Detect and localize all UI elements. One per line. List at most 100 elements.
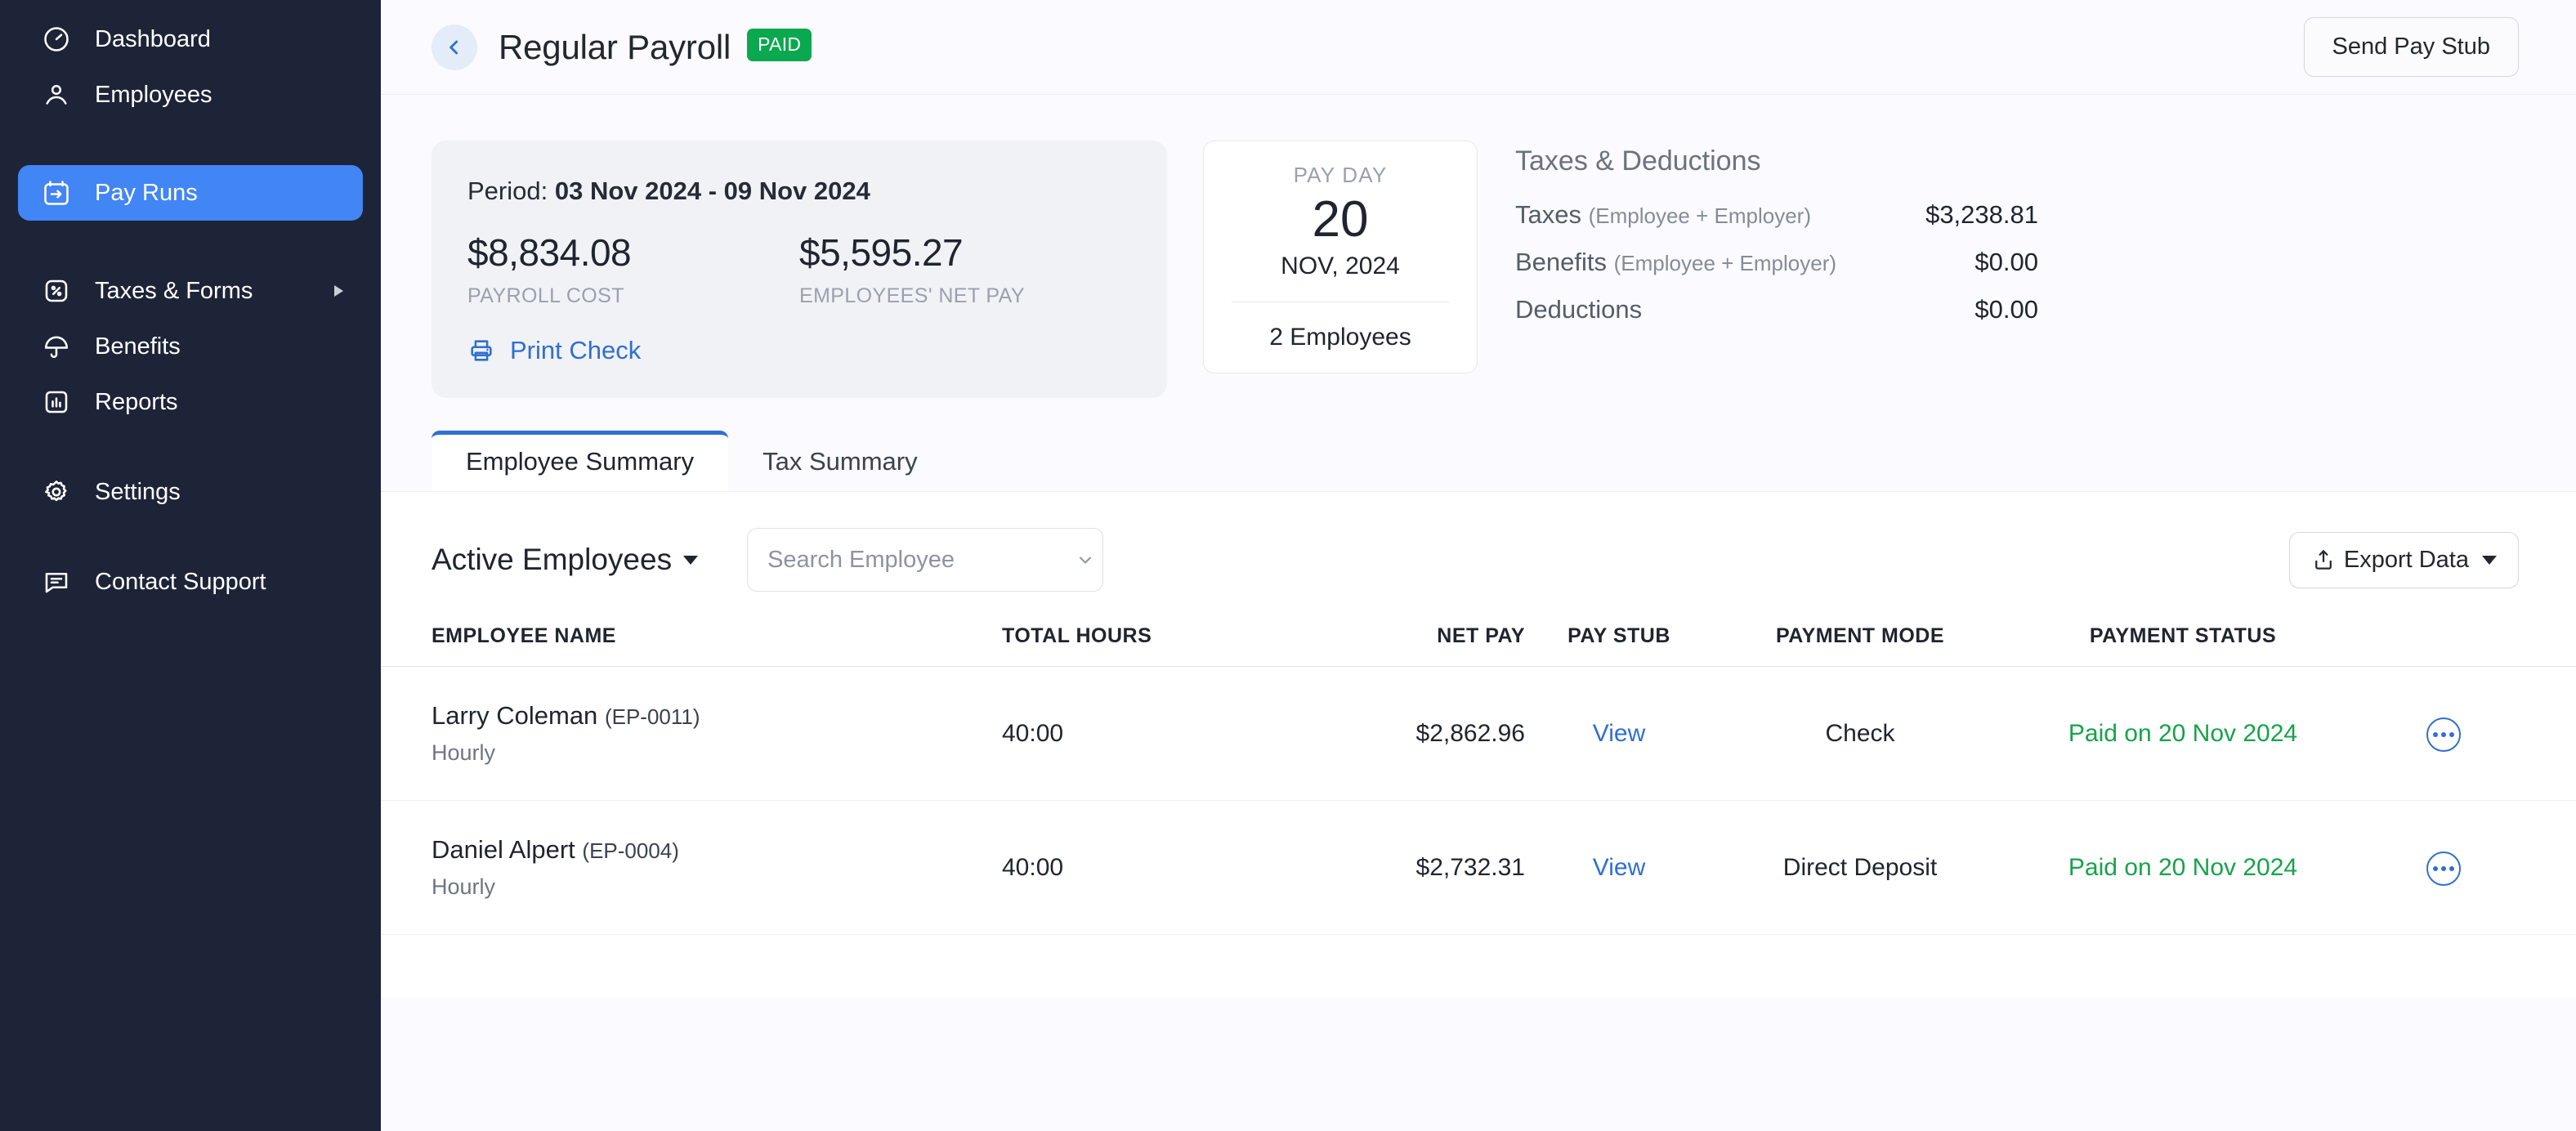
column-header-pay-stub: PAY STUB xyxy=(1525,624,1713,667)
cell-net-pay: $2,732.31 xyxy=(1280,801,1525,935)
payday-card: PAY DAY 20 NOV, 2024 2 Employees xyxy=(1203,141,1478,373)
sidebar-item-label: Taxes & Forms xyxy=(95,278,253,305)
tax-row-value: $3,238.81 xyxy=(1925,200,2038,230)
gauge-icon xyxy=(39,22,74,56)
tax-row-label: Benefits (Employee + Employer) xyxy=(1515,248,1836,277)
payroll-cost-label: PAYROLL COST xyxy=(467,284,799,308)
filter-row: Active Employees Export Data xyxy=(381,492,2576,624)
table-header-row: EMPLOYEE NAME TOTAL HOURS NET PAY PAY ST… xyxy=(381,624,2576,667)
tax-row-value: $0.00 xyxy=(1974,248,2038,277)
sidebar-item-employees[interactable]: Employees xyxy=(18,67,363,123)
table-body: Larry Coleman (EP-0011) Hourly 40:00 $2,… xyxy=(381,667,2576,935)
view-pay-stub-link[interactable]: View xyxy=(1593,854,1645,881)
employee-summary-table: EMPLOYEE NAME TOTAL HOURS NET PAY PAY ST… xyxy=(381,624,2576,935)
taxes-deductions-title: Taxes & Deductions xyxy=(1515,145,2038,177)
sidebar-item-settings[interactable]: Settings xyxy=(18,464,363,520)
sidebar-divider-1 xyxy=(18,123,363,165)
payday-month-year: NOV, 2024 xyxy=(1204,253,1477,280)
payday-label: PAY DAY xyxy=(1204,163,1477,188)
cell-actions xyxy=(2359,801,2576,935)
payment-status-text: Paid on 20 Nov 2024 xyxy=(2068,720,2297,747)
cell-payment-mode: Check xyxy=(1713,667,2007,801)
tax-row-name: Taxes xyxy=(1515,200,1581,229)
sidebar-item-label: Employees xyxy=(95,82,212,109)
chevron-right-icon xyxy=(334,285,343,297)
bar-chart-icon xyxy=(39,385,74,419)
cell-total-hours: 40:00 xyxy=(1002,667,1280,801)
tax-row-name: Benefits xyxy=(1515,248,1607,276)
search-employee-box[interactable] xyxy=(747,528,1103,592)
export-data-label: Export Data xyxy=(2344,547,2469,574)
sidebar-item-label: Settings xyxy=(95,479,181,506)
summary-section: Period: 03 Nov 2024 - 09 Nov 2024 $8,834… xyxy=(381,95,2576,398)
employee-name-text: Daniel Alpert xyxy=(432,835,575,864)
tax-row-label: Taxes (Employee + Employer) xyxy=(1515,200,1811,230)
employee-name: Daniel Alpert (EP-0004) xyxy=(432,835,1002,865)
more-options-icon[interactable] xyxy=(2426,717,2461,752)
percent-box-icon xyxy=(39,274,74,308)
employee-name: Larry Coleman (EP-0011) xyxy=(432,701,1002,731)
employee-id: (EP-0011) xyxy=(605,704,700,729)
chevron-down-icon xyxy=(1076,550,1095,570)
period-card: Period: 03 Nov 2024 - 09 Nov 2024 $8,834… xyxy=(432,141,1167,398)
cell-net-pay: $2,862.96 xyxy=(1280,667,1525,801)
sidebar: Dashboard Employees Pay Runs xyxy=(0,0,381,1131)
payday-day: 20 xyxy=(1204,193,1477,246)
search-input[interactable] xyxy=(767,547,1076,574)
export-data-button[interactable]: Export Data xyxy=(2289,532,2519,588)
sidebar-item-label: Reports xyxy=(95,389,178,416)
tax-row-taxes: Taxes (Employee + Employer) $3,238.81 xyxy=(1515,200,2038,230)
sidebar-divider-4 xyxy=(18,520,363,554)
print-check-button[interactable]: Print Check xyxy=(467,336,1131,365)
send-pay-stub-button[interactable]: Send Pay Stub xyxy=(2304,17,2519,77)
table-head: EMPLOYEE NAME TOTAL HOURS NET PAY PAY ST… xyxy=(381,624,2576,667)
tab-bar: Employee Summary Tax Summary xyxy=(381,431,2576,491)
tab-employee-summary[interactable]: Employee Summary xyxy=(432,431,728,491)
tax-row-value: $0.00 xyxy=(1974,295,2038,324)
back-button[interactable] xyxy=(432,25,477,70)
sidebar-item-dashboard[interactable]: Dashboard xyxy=(18,11,363,67)
umbrella-icon xyxy=(39,329,74,364)
tab-tax-summary[interactable]: Tax Summary xyxy=(728,431,951,491)
tax-row-benefits: Benefits (Employee + Employer) $0.00 xyxy=(1515,248,2038,277)
sidebar-item-taxes-and-forms[interactable]: Taxes & Forms xyxy=(18,263,363,319)
tax-row-sub: (Employee + Employer) xyxy=(1614,251,1836,275)
page-title: Regular PayrollPAID xyxy=(499,28,812,67)
net-pay-label: EMPLOYEES' NET PAY xyxy=(799,284,1131,308)
cell-employee-name: Daniel Alpert (EP-0004) Hourly xyxy=(381,801,1002,935)
view-pay-stub-link[interactable]: View xyxy=(1593,720,1645,747)
sidebar-item-reports[interactable]: Reports xyxy=(18,374,363,430)
period-range: 03 Nov 2024 - 09 Nov 2024 xyxy=(555,177,870,205)
app-root: Dashboard Employees Pay Runs xyxy=(0,0,2576,1131)
period-line: Period: 03 Nov 2024 - 09 Nov 2024 xyxy=(467,177,1131,206)
payment-status-text: Paid on 20 Nov 2024 xyxy=(2068,854,2297,881)
table-row[interactable]: Daniel Alpert (EP-0004) Hourly 40:00 $2,… xyxy=(381,801,2576,935)
chat-icon xyxy=(39,565,74,599)
sidebar-item-pay-runs[interactable]: Pay Runs xyxy=(18,165,363,221)
person-icon xyxy=(39,78,74,112)
amounts-row: $8,834.08 PAYROLL COST $5,595.27 EMPLOYE… xyxy=(467,230,1131,308)
status-badge: PAID xyxy=(747,29,812,61)
more-options-icon[interactable] xyxy=(2426,852,2461,886)
column-header-net-pay: NET PAY xyxy=(1280,624,1525,667)
upload-icon xyxy=(2311,548,2336,572)
sidebar-item-label: Benefits xyxy=(95,333,181,360)
cell-payment-status: Paid on 20 Nov 2024 xyxy=(2007,801,2359,935)
net-pay-value: $5,595.27 xyxy=(799,230,1131,275)
taxes-deductions-section: Taxes & Deductions Taxes (Employee + Emp… xyxy=(1515,141,2038,342)
sidebar-item-label: Dashboard xyxy=(95,26,211,53)
main-content: Regular PayrollPAID Send Pay Stub Period… xyxy=(381,0,2576,1131)
column-header-payment-status: PAYMENT STATUS xyxy=(2007,624,2359,667)
column-header-total-hours: TOTAL HOURS xyxy=(1002,624,1280,667)
sidebar-item-label: Pay Runs xyxy=(95,180,198,207)
sidebar-item-benefits[interactable]: Benefits xyxy=(18,319,363,374)
column-header-actions xyxy=(2359,624,2576,667)
active-employees-dropdown[interactable]: Active Employees xyxy=(432,543,698,577)
page-header: Regular PayrollPAID Send Pay Stub xyxy=(381,0,2576,95)
sidebar-item-contact-support[interactable]: Contact Support xyxy=(18,554,363,610)
cell-actions xyxy=(2359,667,2576,801)
table-row[interactable]: Larry Coleman (EP-0011) Hourly 40:00 $2,… xyxy=(381,667,2576,801)
active-employees-label: Active Employees xyxy=(432,543,672,577)
cell-employee-name: Larry Coleman (EP-0011) Hourly xyxy=(381,667,1002,801)
tax-row-sub: (Employee + Employer) xyxy=(1589,203,1811,228)
